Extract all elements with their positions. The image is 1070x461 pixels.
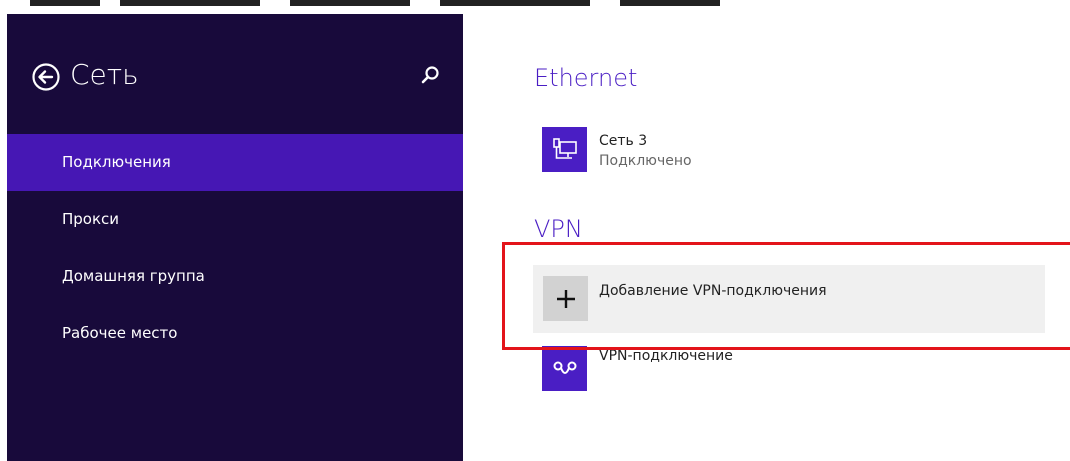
- sidebar-item-label: Прокси: [62, 210, 120, 228]
- vpn-section-title: VPN: [534, 215, 583, 243]
- ethernet-icon: [552, 137, 577, 159]
- plus-tile: [543, 276, 588, 321]
- back-arrow-circle-icon: [32, 63, 60, 91]
- add-vpn-label: Добавление VPN-подключения: [599, 283, 827, 299]
- vpn-tile: [542, 346, 587, 391]
- sidebar-item-workplace[interactable]: Рабочее место: [7, 305, 463, 362]
- ethernet-connection-name: Сеть 3: [599, 133, 648, 149]
- search-button[interactable]: [419, 64, 443, 88]
- sidebar: Сеть Подключения Прокси Домашняя группа …: [7, 14, 463, 461]
- vpn-icon: [553, 361, 576, 374]
- plus-icon: [556, 289, 575, 308]
- sidebar-item-label: Подключения: [62, 153, 171, 171]
- page-title: Сеть: [70, 58, 139, 91]
- sidebar-item-connections[interactable]: Подключения: [7, 134, 463, 191]
- back-button[interactable]: [31, 62, 61, 92]
- vpn-connection-name: VPN-подключение: [599, 348, 733, 364]
- ethernet-tile: [542, 127, 587, 172]
- sidebar-item-label: Рабочее место: [62, 324, 178, 342]
- clipped-header-strip: [0, 0, 1070, 14]
- ethernet-section-title: Ethernet: [534, 64, 638, 92]
- ethernet-connection-status: Подключено: [599, 153, 692, 169]
- sidebar-item-proxy[interactable]: Прокси: [7, 191, 463, 248]
- search-icon: [421, 66, 439, 84]
- add-vpn-connection-button[interactable]: Добавление VPN-подключения: [533, 265, 1045, 333]
- sidebar-item-homegroup[interactable]: Домашняя группа: [7, 248, 463, 305]
- sidebar-item-label: Домашняя группа: [62, 267, 205, 285]
